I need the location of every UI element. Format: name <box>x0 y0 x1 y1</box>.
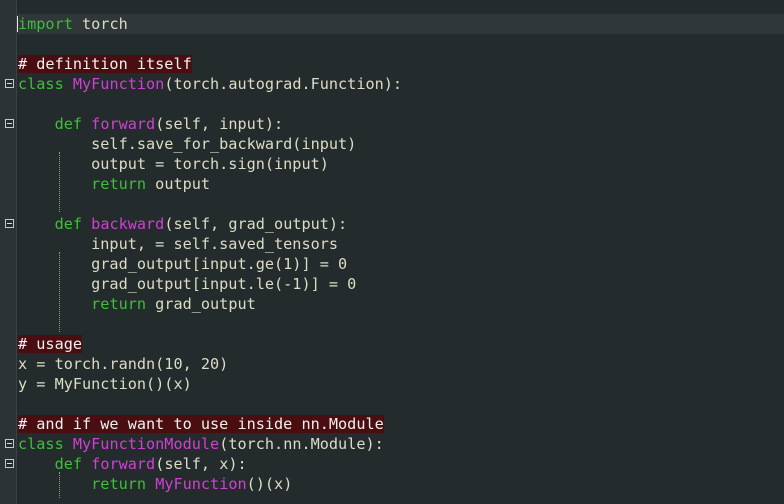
keyword-token: def <box>54 455 83 473</box>
keyword-token: return <box>91 475 147 493</box>
code-line[interactable]: import torch <box>17 14 784 34</box>
code-token: ()(x) <box>246 475 293 493</box>
code-area[interactable]: import torch # definition itself class MyF… <box>5 14 784 498</box>
code-token: x = torch.randn(10, 20) <box>18 355 229 373</box>
comment-token: # and if we want to use inside nn.Module <box>18 415 384 433</box>
code-token: (self, x): <box>155 455 247 473</box>
code-line[interactable]: class MyFunction(torch.autograd.Function… <box>5 74 784 94</box>
identifier-token: forward <box>91 115 156 133</box>
code-line[interactable]: y = MyFunction()(x) <box>18 374 784 394</box>
code-line[interactable]: grad_output[input.ge(1)] = 0 <box>18 254 784 274</box>
keyword-token: class <box>18 75 64 93</box>
identifier-token: backward <box>91 215 165 233</box>
code-line[interactable]: return output <box>18 174 784 194</box>
keyword-token: return <box>91 295 147 313</box>
fold-collapse-icon[interactable] <box>5 219 14 228</box>
code-line[interactable]: output = torch.sign(input) <box>18 154 784 174</box>
code-line[interactable]: # usage <box>18 334 784 354</box>
identifier-token: MyFunction <box>155 475 247 493</box>
code-line[interactable]: # and if we want to use inside nn.Module <box>18 414 784 434</box>
code-line[interactable]: # definition itself <box>18 54 784 74</box>
code-token: output <box>146 175 211 193</box>
code-line[interactable]: self.save_for_backward(input) <box>18 134 784 154</box>
code-token: self.save_for_backward(input) <box>18 135 357 153</box>
code-token: input, = self.saved_tensors <box>18 235 339 253</box>
code-line[interactable] <box>18 34 784 54</box>
code-token: (torch.autograd.Function): <box>164 75 403 93</box>
code-line[interactable]: def forward(self, input): <box>5 114 784 134</box>
code-line[interactable]: x = torch.randn(10, 20) <box>18 354 784 374</box>
code-token: grad_output[input.le(-1)] = 0 <box>18 275 357 293</box>
code-token: (torch.nn.Module): <box>219 435 384 453</box>
code-line[interactable]: return MyFunction()(x) <box>18 474 784 494</box>
fold-collapse-icon[interactable] <box>5 79 14 88</box>
comment-token: # definition itself <box>18 55 192 73</box>
keyword-token: class <box>18 435 64 453</box>
code-token: (self, input): <box>155 115 284 133</box>
fold-gutter <box>0 0 17 504</box>
code-line[interactable]: grad_output[input.le(-1)] = 0 <box>18 274 784 294</box>
keyword-token: def <box>54 215 83 233</box>
keyword-token: def <box>54 115 83 133</box>
code-line[interactable]: input, = self.saved_tensors <box>18 234 784 254</box>
code-line[interactable] <box>18 314 784 334</box>
code-line[interactable] <box>18 394 784 414</box>
code-token: torch <box>72 15 128 33</box>
code-token: output = torch.sign(input) <box>18 155 329 173</box>
code-token: (self, grad_output): <box>164 215 348 233</box>
keyword-token: return <box>91 175 147 193</box>
code-token: y = MyFunction()(x) <box>18 375 192 393</box>
code-line[interactable]: def forward(self, x): <box>5 454 784 474</box>
code-line[interactable]: def backward(self, grad_output): <box>5 214 784 234</box>
code-line[interactable] <box>18 194 784 214</box>
fold-collapse-icon[interactable] <box>5 459 14 468</box>
fold-collapse-icon[interactable] <box>5 119 14 128</box>
comment-token: # usage <box>18 335 83 353</box>
fold-collapse-icon[interactable] <box>5 439 14 448</box>
identifier-token: forward <box>91 455 156 473</box>
code-line[interactable]: class MyFunctionModule(torch.nn.Module): <box>5 434 784 454</box>
code-line[interactable] <box>18 94 784 114</box>
identifier-token: MyFunction <box>72 75 165 93</box>
code-token: grad_output[input.ge(1)] = 0 <box>18 255 348 273</box>
keyword-token: import <box>18 15 73 33</box>
code-line[interactable]: return grad_output <box>18 294 784 314</box>
code-editor[interactable]: import torch # definition itself class MyF… <box>0 0 784 504</box>
text-cursor <box>17 16 18 32</box>
code-token: grad_output <box>146 295 256 313</box>
identifier-token: MyFunctionModule <box>72 435 220 453</box>
